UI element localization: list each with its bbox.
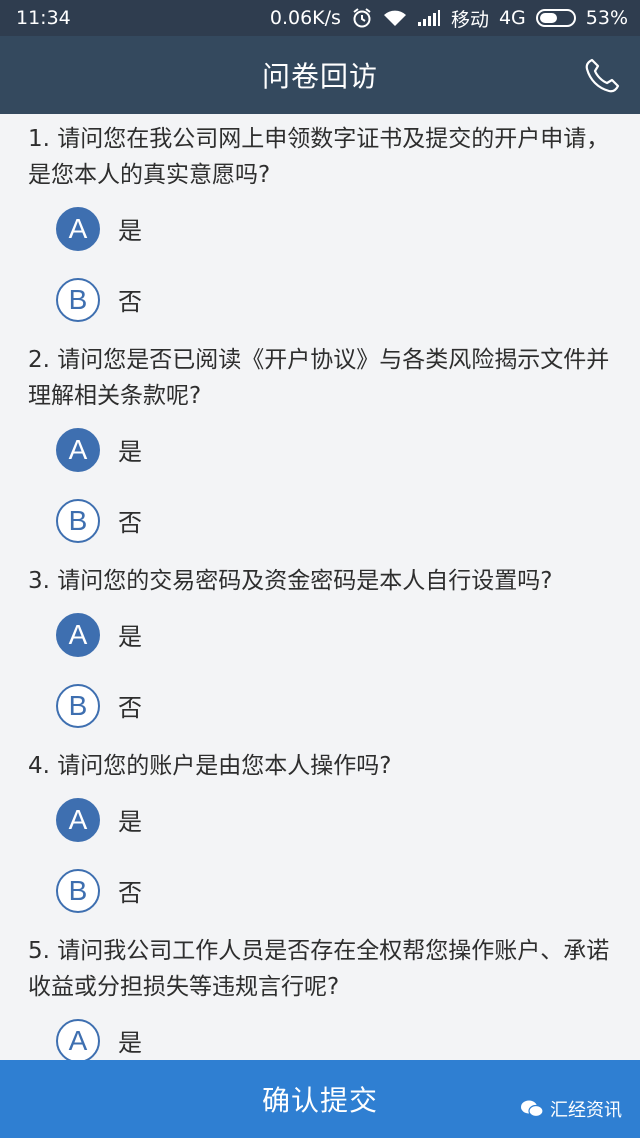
option-a[interactable]: A是 xyxy=(28,1005,618,1060)
option-label: 是 xyxy=(118,808,142,836)
battery-percent: 53% xyxy=(585,7,628,29)
question-text: 2. 请问您是否已阅读《开户协议》与各类风险揭示文件并理解相关条款呢? xyxy=(28,347,610,409)
question-block: 4. 请问您的账户是由您本人操作吗? A 是 B 否 xyxy=(0,741,640,926)
option-a[interactable]: A是 xyxy=(28,414,618,485)
question-text: 5. 请问我公司工作人员是否存在全权帮您操作账户、承诺收益或分担损失等违规言行呢… xyxy=(28,938,610,1000)
option-radio[interactable]: B xyxy=(56,498,100,543)
option-b[interactable]: B否 xyxy=(28,670,618,741)
option-label: 是 xyxy=(118,438,142,466)
option-radio[interactable]: A xyxy=(56,1018,100,1060)
option-label: 是 xyxy=(118,217,142,245)
question-block: 1. 请问您在我公司网上申领数字证书及提交的开户申请，是您本人的真实意愿吗? A 是… xyxy=(0,114,640,335)
option-radio[interactable]: A xyxy=(56,427,100,472)
option-radio[interactable]: A xyxy=(56,797,100,842)
network-type: 4G xyxy=(498,7,526,29)
question-block: 2. 请问您是否已阅读《开户协议》与各类风险揭示文件并理解相关条款呢? A 是 B 否 xyxy=(0,335,640,556)
option-radio[interactable]: A xyxy=(56,206,100,251)
battery-fill xyxy=(539,13,557,23)
option-b[interactable]: B否 xyxy=(28,485,618,556)
option-label: 否 xyxy=(118,509,142,537)
watermark: 汇经资讯 xyxy=(520,1096,622,1122)
option-radio[interactable]: B xyxy=(56,868,100,913)
option-a[interactable]: A是 xyxy=(28,784,618,855)
wifi-icon xyxy=(383,8,407,28)
status-time: 11:34 xyxy=(16,7,71,29)
call-button[interactable] xyxy=(580,54,624,98)
alarm-icon xyxy=(351,7,373,29)
status-bar: 11:34 0.06K/s 移动 4G 53% xyxy=(0,0,640,36)
watermark-text: 汇经资讯 xyxy=(550,1100,622,1121)
submit-label: 确认提交 xyxy=(261,1084,378,1117)
option-label: 否 xyxy=(118,694,142,722)
question-block: 5. 请问我公司工作人员是否存在全权帮您操作账户、承诺收益或分担损失等违规言行呢… xyxy=(0,926,640,1060)
survey-list[interactable]: 1. 请问您在我公司网上申领数字证书及提交的开户申请，是您本人的真实意愿吗? A 是… xyxy=(0,114,640,1060)
option-label: 是 xyxy=(118,623,142,651)
phone-icon xyxy=(585,58,620,93)
title-bar: 问卷回访 xyxy=(0,36,640,114)
page-title: 问卷回访 xyxy=(261,60,378,93)
option-radio[interactable]: A xyxy=(56,612,100,657)
option-label: 否 xyxy=(118,288,142,316)
question-text: 4. 请问您的账户是由您本人操作吗? xyxy=(28,753,392,779)
option-label: 否 xyxy=(118,879,142,907)
question-text: 1. 请问您在我公司网上申领数字证书及提交的开户申请，是您本人的真实意愿吗? xyxy=(28,126,610,188)
option-a[interactable]: A是 xyxy=(28,599,618,670)
question-text: 3. 请问您的交易密码及资金密码是本人自行设置吗? xyxy=(28,568,553,594)
question-block: 3. 请问您的交易密码及资金密码是本人自行设置吗? A 是 B 否 xyxy=(0,556,640,741)
option-label: 是 xyxy=(118,1029,142,1057)
status-indicators: 0.06K/s 移动 4G 53% xyxy=(270,5,628,32)
network-speed: 0.06K/s xyxy=(269,7,341,29)
option-b[interactable]: B否 xyxy=(28,855,618,926)
wechat-icon xyxy=(521,1100,544,1118)
option-radio[interactable]: B xyxy=(56,277,100,322)
battery-icon xyxy=(535,9,576,27)
option-radio[interactable]: B xyxy=(56,683,100,728)
carrier-label: 移动 xyxy=(450,8,489,31)
option-b[interactable]: B否 xyxy=(28,264,618,335)
signal-icon xyxy=(417,9,441,27)
option-a[interactable]: A是 xyxy=(28,193,618,264)
